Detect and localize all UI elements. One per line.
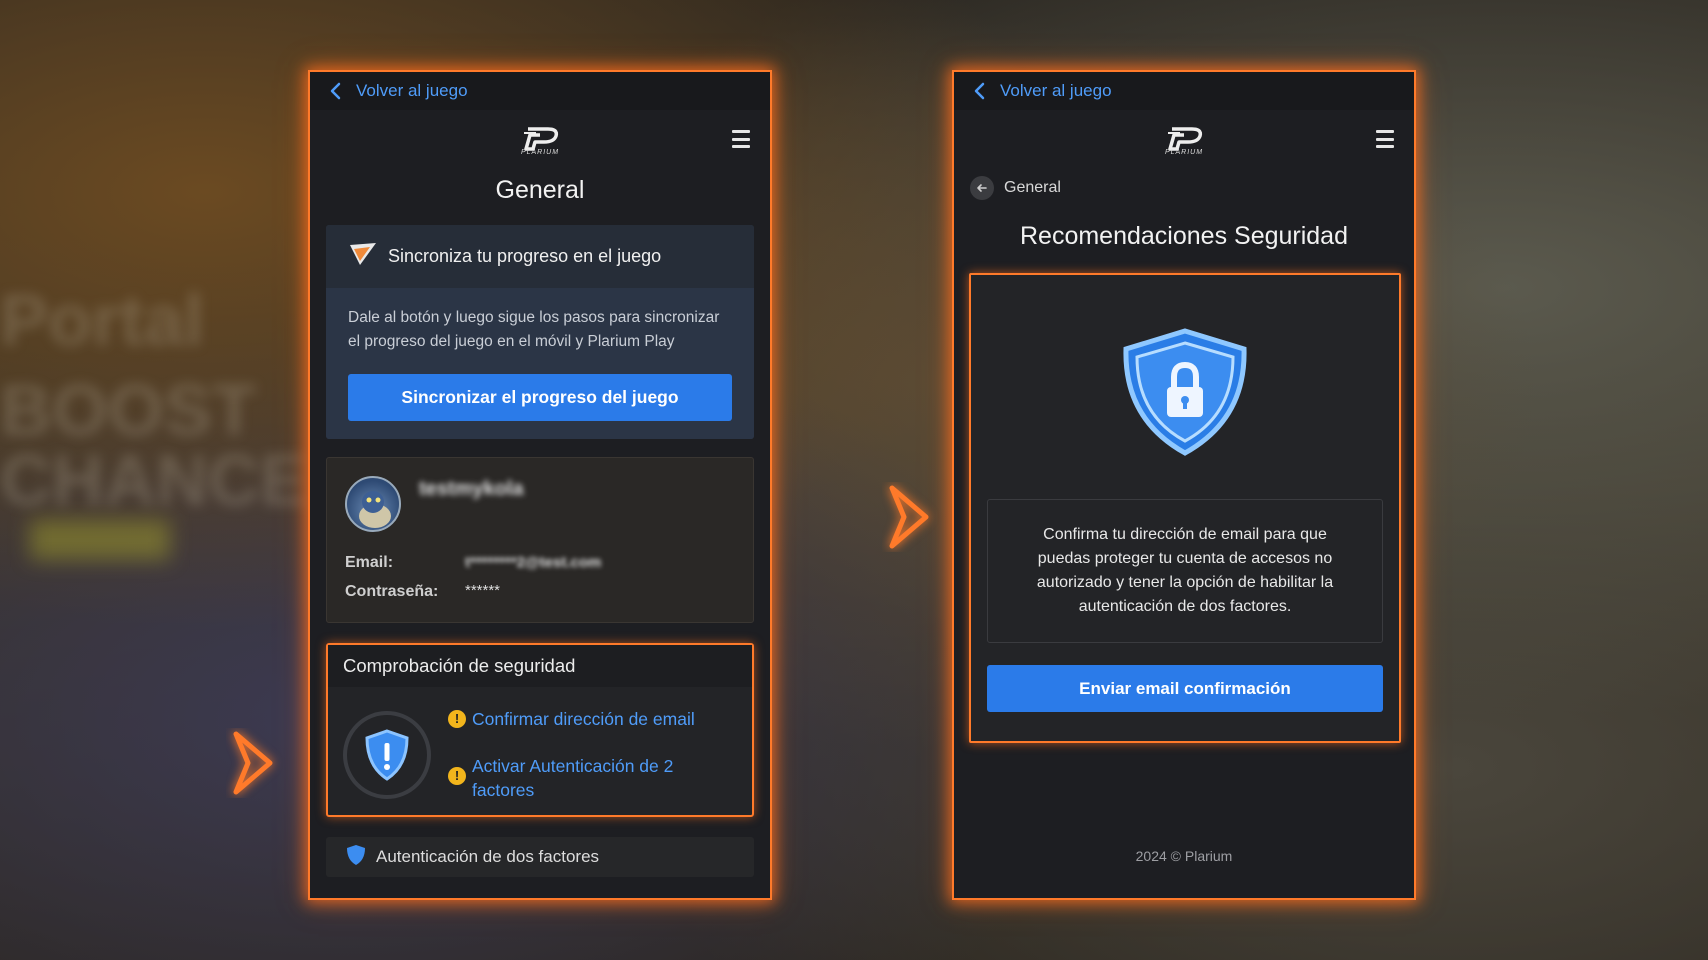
chevron-right-arrow-icon [889,485,929,549]
two-factor-section-peek[interactable]: Autenticación de dos factores [326,837,754,877]
sync-progress-button[interactable]: Sincronizar el progreso del juego [348,374,732,421]
two-factor-section-title: Autenticación de dos factores [376,847,600,866]
plarium-logo: PLARIUM [520,125,560,156]
enable-2fa-item[interactable]: ! Activar Autenticación de 2 factores [448,754,678,802]
shield-icon [346,844,366,871]
username: testmykola [419,478,524,500]
security-recommendations-panel: Volver al juego PLARIUM General Recomend… [952,70,1416,900]
recommendation-message-box: Confirma tu dirección de email para que … [987,499,1383,643]
back-to-game-bar[interactable]: Volver al juego [954,72,1414,110]
plarium-play-icon [348,241,378,272]
breadcrumb-label[interactable]: General [1004,179,1061,197]
chevron-left-icon[interactable] [324,80,346,102]
background-highlight [30,520,170,560]
footer-copyright: 2024 © Plarium [1135,848,1233,864]
email-value: t********2@test.com [465,554,602,571]
security-recommendation-card: Confirma tu dirección de email para que … [969,273,1401,743]
arrow-left-icon[interactable] [970,176,994,200]
chevron-left-icon[interactable] [968,80,990,102]
back-to-game-bar[interactable]: Volver al juego [310,72,770,110]
back-to-game-link[interactable]: Volver al juego [356,81,468,101]
background-text: Portal [0,281,205,361]
plarium-logo: PLARIUM [1164,125,1204,156]
hamburger-menu-icon[interactable] [732,130,750,148]
sync-progress-card: Sincroniza tu progreso en el juego Dale … [326,225,754,439]
recommendation-message: Confirma tu dirección de email para que … [1036,526,1334,615]
page-title: Recomendaciones Seguridad [1020,222,1348,250]
warning-icon: ! [448,767,466,785]
avatar[interactable] [345,476,401,532]
logo-text: PLARIUM [1164,148,1204,156]
background-text: CHANCE [0,441,309,521]
page-title: General [495,176,585,204]
security-check-card: Comprobación de seguridad ! Confirmar di… [326,643,754,817]
password-value: ****** [465,582,501,599]
account-info-card: testmykola Email: t********2@test.com Co… [326,457,754,623]
send-confirmation-email-button[interactable]: Enviar email confirmación [987,665,1383,712]
confirm-email-item[interactable]: ! Confirmar dirección de email [448,707,695,731]
security-check-heading: Comprobación de seguridad [328,645,752,687]
general-settings-panel: Volver al juego PLARIUM General Sincroni… [308,70,772,900]
sync-card-description: Dale al botón y luego sigue los pasos pa… [348,309,720,350]
logo-text: PLARIUM [520,148,560,156]
email-label: Email: [345,554,394,571]
security-shield-icon [343,711,431,799]
warning-icon: ! [448,710,466,728]
sync-card-heading: Sincroniza tu progreso en el juego [388,246,662,266]
password-label: Contraseña: [345,583,439,600]
back-to-game-link[interactable]: Volver al juego [1000,81,1112,101]
shield-lock-icon [1120,327,1250,462]
enable-2fa-link[interactable]: Activar Autenticación de 2 factores [472,754,678,802]
breadcrumb[interactable]: General [970,176,1414,200]
hamburger-menu-icon[interactable] [1376,130,1394,148]
confirm-email-link[interactable]: Confirmar dirección de email [472,707,695,731]
chevron-right-arrow-icon [233,731,273,795]
